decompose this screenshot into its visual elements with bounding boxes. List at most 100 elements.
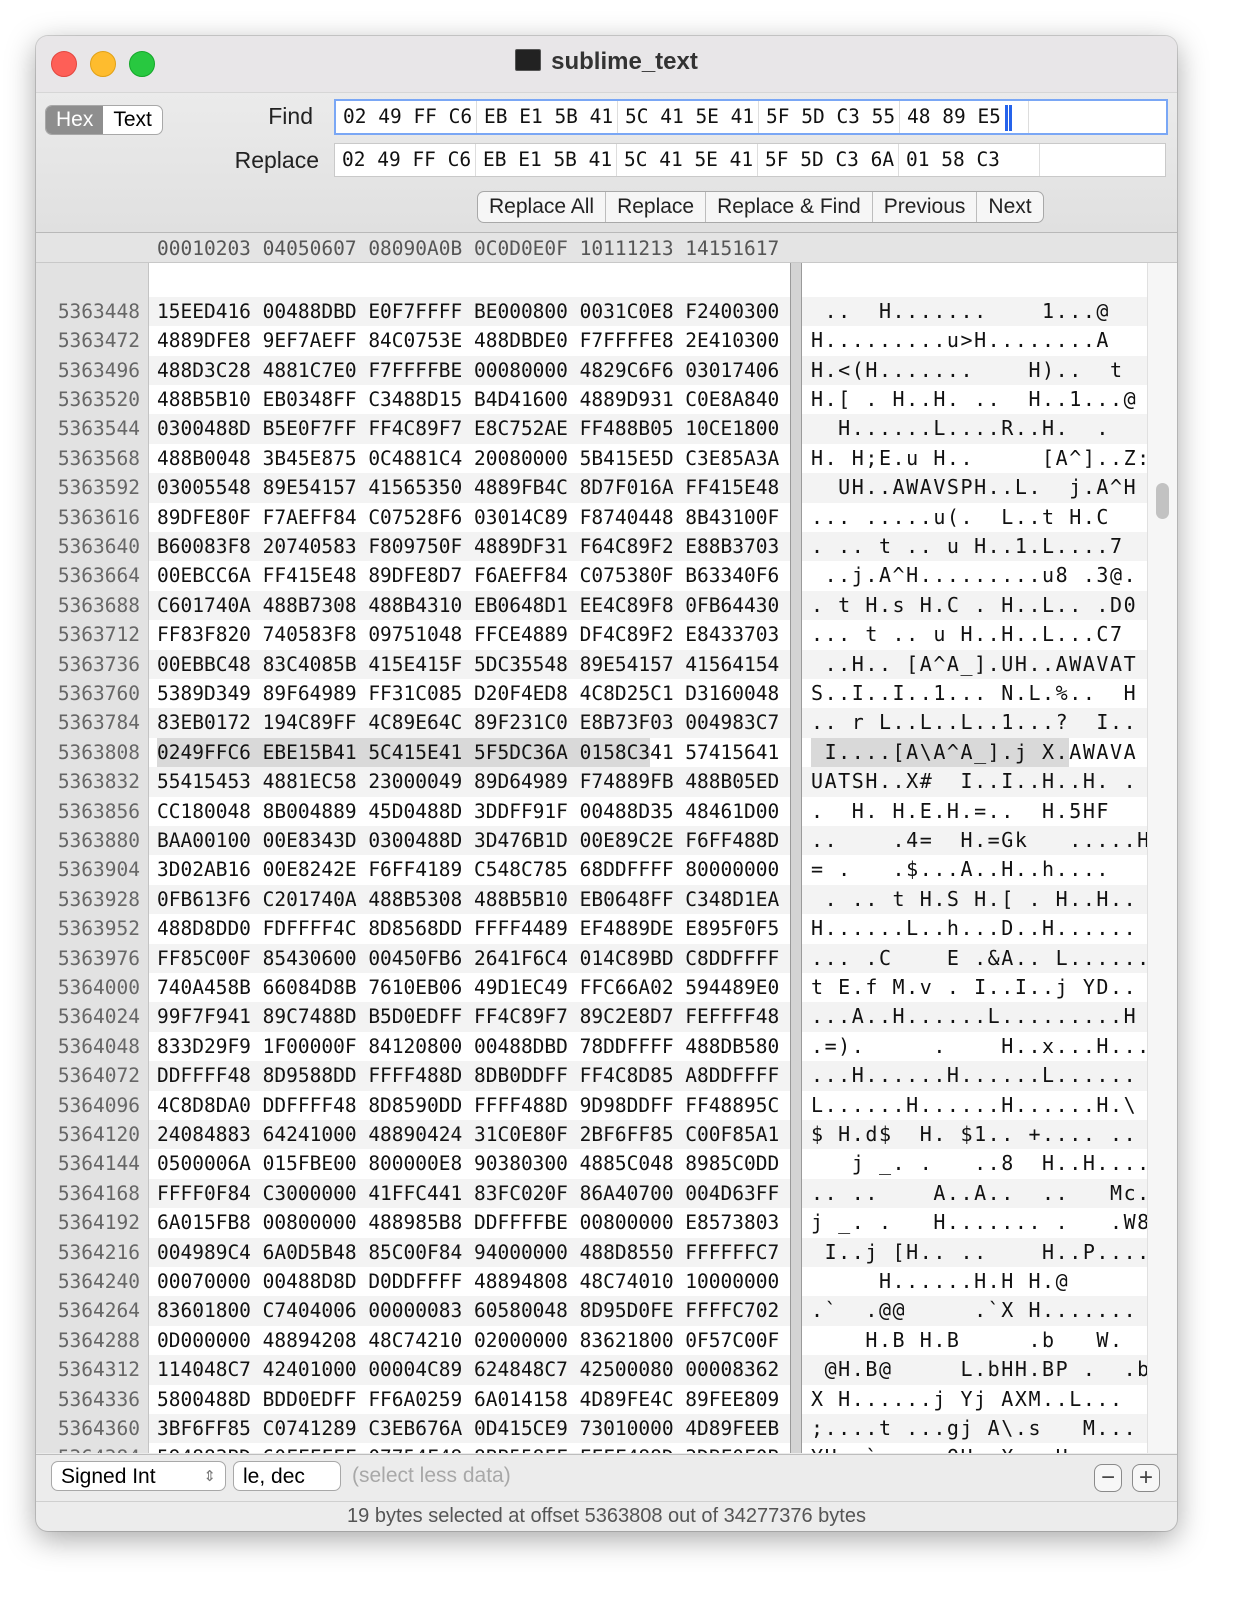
row-ascii[interactable]: I..j [H.. .. H..P.... [811,1238,1151,1267]
row-hex[interactable]: DDFFFF48 8D9588DD FFFF488D 8DB0DDFF FF4C… [157,1061,779,1090]
row-ascii[interactable]: H.<(H....... H).. t [811,356,1124,385]
row-hex[interactable]: 488D3C28 4881C7E0 F7FFFFBE 00080000 4829… [157,356,779,385]
row-hex[interactable]: 0500006A 015FBE00 800000E8 90380300 4885… [157,1149,779,1178]
row-hex[interactable]: 0D000000 48894208 48C74210 02000000 8362… [157,1326,779,1355]
row-hex[interactable]: 83EB0172 194C89FF 4C89E64C 89F231C0 E8B7… [157,708,779,737]
row-ascii[interactable]: . t H.s H.C . H..L.. .D0 [811,591,1137,620]
row-hex[interactable]: 488D8DD0 FDFFFF4C 8D8568DD FFFF4489 EF48… [157,914,779,943]
type-select[interactable]: Signed Int ⇕ [51,1461,226,1491]
row-hex[interactable]: C601740A 488B7308 488B4310 EB0648D1 EE4C… [157,591,779,620]
row-ascii[interactable]: H......L....R..H. . [811,414,1110,443]
row-hex[interactable]: 3D02AB16 00E8242E F6FF4189 C548C785 68DD… [157,855,779,884]
row-hex[interactable]: 488B5B10 EB0348FF C3488D15 B4D41600 4889… [157,385,779,414]
row-ascii[interactable]: . .. t .. u H..1.L....7 [811,532,1124,561]
row-ascii[interactable]: .. H....... 1...@ [811,297,1110,326]
row-ascii[interactable]: .. .. A..A.. .. Mc. [811,1179,1151,1208]
hex-row[interactable]: 5364048 833D29F9 1F00000F 84120800 00488D… [36,1032,1149,1061]
hex-row[interactable]: 5364000 740A458B 66084D8B 7610EB06 49D1EC… [36,973,1148,1002]
row-hex[interactable]: 03005548 89E54157 41565350 4889FB4C 8D7F… [157,473,779,502]
hex-row[interactable]: 5364336 5800488D BDD0EDFF FF6A0259 6A0141… [36,1385,1148,1414]
row-ascii[interactable]: t E.f M.v . I..I..j YD.. [811,973,1137,1002]
row-ascii[interactable]: I....[A\A^A_].j X.AWAVA [811,738,1137,767]
row-ascii[interactable]: ..H.. [A^A_].UH..AWAVAT [811,650,1137,679]
row-hex[interactable]: 488B0048 3B45E875 0C4881C4 20080000 5B41… [157,444,779,473]
row-hex[interactable]: 00EBBC48 83C4085B 415E415F 5DC35548 89E5… [157,650,779,679]
hex-row[interactable]: 5364288 0D000000 48894208 48C74210 020000… [36,1326,1148,1355]
row-ascii[interactable]: .` .@@ .`X H....... [811,1296,1137,1325]
row-ascii[interactable]: ...A..H......L.........H [811,1002,1137,1031]
row-hex[interactable]: 3BF6FF85 C0741289 C3EB676A 0D415CE9 7301… [157,1414,779,1443]
row-hex[interactable]: 6A015FB8 00800000 488985B8 DDFFFFBE 0080… [157,1208,779,1237]
hex-row[interactable]: 5364024 99F7F941 89C7488D B5D0EDFF FF4C89… [36,1002,1148,1032]
hex-row[interactable]: 5363856 CC180048 8B004889 45D0488D 3DDFF9… [36,797,1148,826]
row-hex[interactable]: 99F7F941 89C7488D B5D0EDFF FF4C89F7 89C2… [157,1002,779,1031]
hex-row[interactable]: 5364072 DDFFFF48 8D9588DD FFFF488D 8DB0DD… [36,1061,1148,1091]
hex-row[interactable]: 5363928 0FB613F6 C201740A 488B5308 488B5B… [36,884,1148,915]
replace-input[interactable]: 02 49 FF C6 EB E1 5B 41 5C 41 5E 41 5F 5D C… [334,143,1166,177]
row-ascii[interactable]: ;....t ...gj A\.s M... [811,1414,1137,1443]
scrollbar-thumb[interactable] [1156,483,1169,519]
hex-row[interactable]: 5363520 488B5B10 EB0348FF C3488D15 B4D416… [36,385,1148,414]
row-hex[interactable]: 114048C7 42401000 00004C89 624848C7 4250… [157,1355,779,1384]
hex-row[interactable]: 5363808 0249FFC6 EBE15B41 5C415E41 5F5DC3… [36,737,1148,768]
hex-row[interactable]: 5363712 FF83F820 740583F8 09751048 FFCE48… [36,620,1148,649]
row-hex[interactable]: 55415453 4881EC58 23000049 89D64989 F748… [157,767,779,796]
hex-row[interactable]: 5363760 5389D349 89F64989 FF31C085 D20F4E… [36,679,1148,708]
hex-row[interactable]: 5364096 4C8D8DA0 DDFFFF48 8D8590DD FFFF48… [36,1091,1148,1120]
row-hex[interactable]: 15EED416 00488DBD E0F7FFFF BE000800 0031… [157,297,779,326]
hex-row[interactable]: 5363448 15EED416 00488DBD E0F7FFFF BE0008… [36,296,1148,327]
endian-select[interactable]: le, dec [233,1461,341,1491]
row-hex[interactable]: 0300488D B5E0F7FF FF4C89F7 E8C752AE FF48… [157,414,779,443]
hex-row[interactable]: 5364168 FFFF0F84 C3000000 41FFC441 83FC02… [36,1178,1151,1209]
row-hex[interactable]: 5800488D BDD0EDFF FF6A0259 6A014158 4D89… [157,1385,779,1414]
replace-button[interactable]: Replace [606,192,707,222]
row-hex[interactable]: FF83F820 740583F8 09751048 FFCE4889 DF4C… [157,620,779,649]
hex-row[interactable]: 5363640 B60083F8 20740583 F809750F 4889DF… [36,532,1148,562]
row-ascii[interactable]: UATSH..X# I..I..H..H. . [811,767,1137,796]
hex-row[interactable]: 5363832 55415453 4881EC58 23000049 89D649… [36,767,1148,797]
row-ascii[interactable]: ..j.A^H.........u8 .3@. [811,561,1137,590]
pane-divider[interactable] [790,263,802,1453]
row-ascii[interactable]: ... t .. u H..H..L...C7 [811,620,1124,649]
hex-row[interactable]: 5363736 00EBBC48 83C4085B 415E415F 5DC355… [36,649,1148,679]
row-ascii[interactable]: . H. H.E.H.=.. H.5HF [811,797,1110,826]
row-ascii[interactable]: @H.B@ L.bHH.BP . .b [811,1355,1151,1384]
row-hex[interactable]: 83601800 C7404006 00000083 60580048 8D95… [157,1296,779,1325]
previous-button[interactable]: Previous [873,192,978,222]
row-hex[interactable]: FFFF0F84 C3000000 41FFC441 83FC020F 86A4… [157,1179,779,1208]
hex-row[interactable]: 5363616 89DFE80F F7AEFF84 C07528F6 03014C… [36,503,1148,532]
hex-row[interactable]: 5364264 83601800 C7404006 00000083 605800… [36,1296,1148,1326]
mode-text[interactable]: Text [103,106,162,134]
hex-text-toggle[interactable]: Hex Text [45,105,163,135]
row-ascii[interactable]: .. r L..L..L..1...? I.. [811,708,1137,737]
find-input[interactable]: 02 49 FF C6 EB E1 5B 41 5C 41 5E 41 5F 5D C… [334,99,1168,135]
row-hex[interactable]: B60083F8 20740583 F809750F 4889DF31 F64C… [157,532,779,561]
row-hex[interactable]: 0249FFC6 EBE15B41 5C415E41 5F5DC36A 0158… [157,738,779,767]
row-hex[interactable]: 89DFE80F F7AEFF84 C07528F6 03014C89 F874… [157,503,779,532]
hex-row[interactable]: 5363592 03005548 89E54157 41565350 4889FB… [36,473,1148,503]
hex-row[interactable]: 5363472 4889DFE8 9EF7AEFF 84C0753E 488DBD… [36,326,1148,355]
hex-row[interactable]: 5363544 0300488D B5E0F7FF FF4C89F7 E8C752… [36,414,1148,444]
row-ascii[interactable]: YH..`... uOH..X...H.=. [811,1443,1110,1453]
row-ascii[interactable]: H.B H.B .b W. [811,1326,1124,1355]
row-ascii[interactable]: ... .C E .&A.. L...... [811,944,1151,973]
mode-hex[interactable]: Hex [46,106,104,134]
hex-row[interactable]: 5364192 6A015FB8 00800000 488985B8 DDFFFF… [36,1208,1151,1237]
hex-row[interactable]: 5364120 24084883 64241000 48890424 31C0E8… [36,1120,1148,1150]
replace-and-find-button[interactable]: Replace & Find [706,192,873,222]
hex-row[interactable]: 5363496 488D3C28 4881C7E0 F7FFFFBE 000800… [36,355,1148,385]
hex-row[interactable]: 5364144 0500006A 015FBE00 800000E8 903803… [36,1149,1149,1178]
row-ascii[interactable]: j _. . H....... . .W8 [811,1208,1151,1237]
row-hex[interactable]: 00EBCC6A FF415E48 89DFE8D7 F6AEFF84 C075… [157,561,779,590]
row-hex[interactable]: 740A458B 66084D8B 7610EB06 49D1EC49 FFC6… [157,973,779,1002]
hex-row[interactable]: 5364384 594883BD 60FFFFFF 07754F48 8BB558… [36,1443,1148,1453]
row-ascii[interactable]: . .. t H.S H.[ . H..H.. [811,885,1137,914]
row-ascii[interactable]: ... .....u(. L..t H.C [811,503,1110,532]
row-hex[interactable]: 833D29F9 1F00000F 84120800 00488DBD 78DD… [157,1032,779,1061]
next-button[interactable]: Next [977,192,1042,222]
row-ascii[interactable]: $ H.d$ H. $1.. +.... .. [811,1120,1137,1149]
hex-view[interactable]: 5363448 15EED416 00488DBD E0F7FFFF BE0008… [36,263,1177,1453]
hex-row[interactable]: 5364240 00070000 00488D8D D0DDFFFF 488948… [36,1267,1148,1296]
row-hex[interactable]: 5389D349 89F64989 FF31C085 D20F4ED8 4C8D… [157,679,779,708]
row-hex[interactable]: CC180048 8B004889 45D0488D 3DDFF91F 0048… [157,797,779,826]
